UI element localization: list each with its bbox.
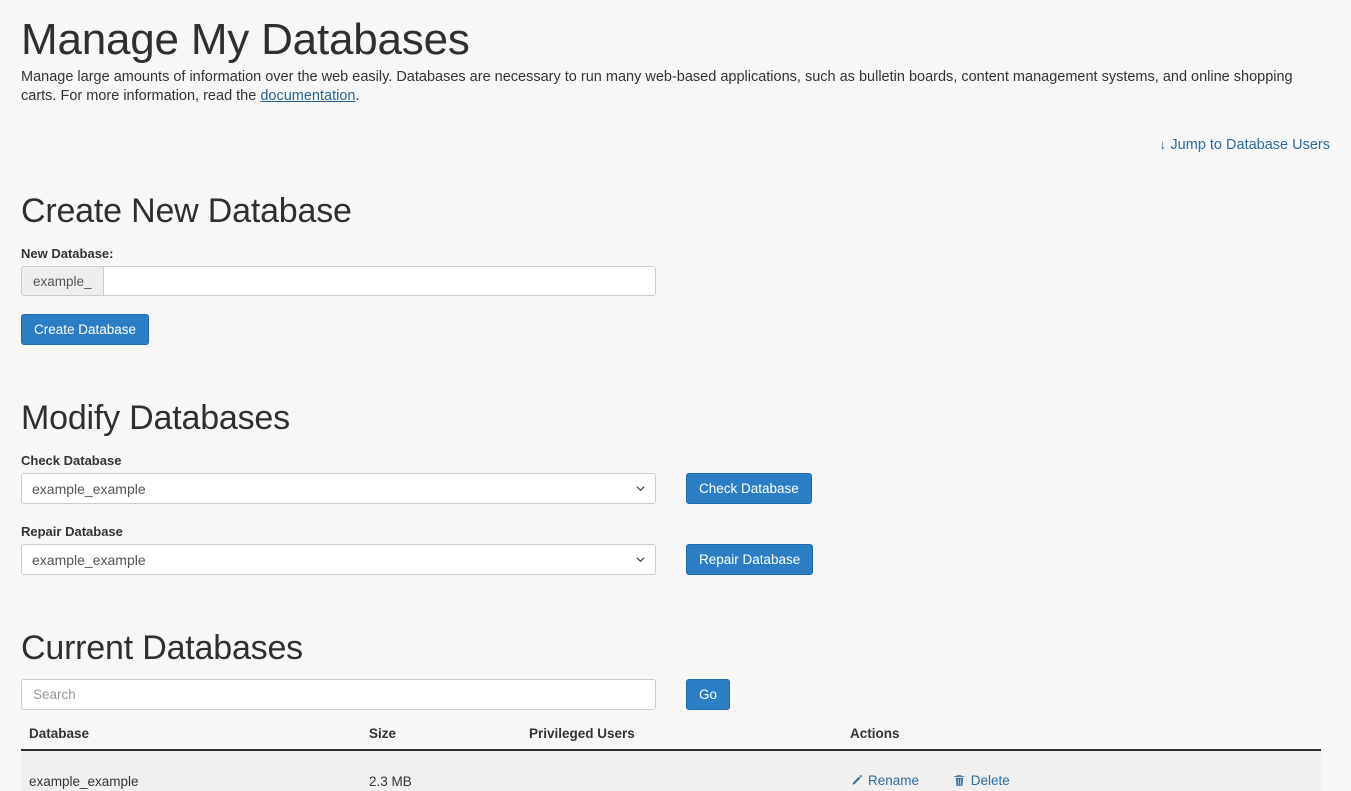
go-button[interactable]: Go	[686, 679, 731, 710]
check-database-label: Check Database	[21, 453, 122, 468]
manage-databases-page: Manage My Databases Manage large amounts…	[0, 0, 1351, 791]
intro-paragraph: Manage large amounts of information over…	[21, 68, 1296, 106]
databases-table-body: example_example 2.3 MB Rename Delete	[21, 750, 1321, 791]
trash-icon	[953, 774, 966, 787]
intro-text-part2: .	[355, 88, 360, 104]
new-database-input[interactable]	[102, 266, 656, 296]
repair-database-select[interactable]: example_example	[21, 544, 656, 575]
repair-database-button[interactable]: Repair Database	[686, 544, 814, 575]
spacer-create	[21, 156, 1330, 190]
spacer-current	[21, 575, 1330, 627]
column-header-actions: Actions	[842, 726, 1321, 751]
jump-row: ↓ Jump to Database Users	[21, 136, 1330, 156]
jump-link-label: Jump to Database Users	[1170, 137, 1330, 153]
cell-privileged-users	[521, 750, 842, 791]
new-database-input-group: example_	[21, 266, 656, 296]
current-databases-heading: Current Databases	[21, 629, 303, 667]
cell-actions: Rename Delete	[842, 750, 1321, 791]
repair-database-select-wrap: example_example	[21, 544, 656, 575]
column-header-database: Database	[21, 726, 361, 751]
table-header-row: Database Size Privileged Users Actions	[21, 726, 1321, 751]
search-row: Go	[21, 679, 1330, 710]
table-row: example_example 2.3 MB Rename Delete	[21, 750, 1321, 791]
delete-database-link[interactable]: Delete	[953, 773, 1010, 788]
check-database-row: example_example Check Database	[21, 473, 1330, 504]
spacer-modify	[21, 345, 1330, 397]
check-database-select-wrap: example_example	[21, 473, 656, 504]
rename-label: Rename	[868, 772, 920, 788]
database-prefix-addon: example_	[21, 266, 103, 296]
arrow-down-icon: ↓	[1159, 136, 1167, 152]
pencil-icon	[850, 774, 863, 787]
check-database-button[interactable]: Check Database	[686, 473, 812, 504]
jump-to-database-users-link[interactable]: ↓ Jump to Database Users	[1159, 136, 1330, 153]
page-title: Manage My Databases	[21, 15, 470, 64]
cell-database-name: example_example	[21, 750, 361, 791]
delete-label: Delete	[970, 772, 1010, 788]
databases-table: Database Size Privileged Users Actions e…	[21, 726, 1321, 791]
rename-database-link[interactable]: Rename	[850, 773, 919, 788]
repair-database-label: Repair Database	[21, 524, 123, 539]
intro-text-part1: Manage large amounts of information over…	[21, 69, 1293, 104]
databases-table-head: Database Size Privileged Users Actions	[21, 726, 1321, 751]
search-input[interactable]	[21, 679, 656, 710]
modify-databases-heading: Modify Databases	[21, 399, 290, 437]
create-database-button[interactable]: Create Database	[21, 314, 150, 345]
column-header-size: Size	[361, 726, 521, 751]
check-database-select[interactable]: example_example	[21, 473, 656, 504]
create-database-heading: Create New Database	[21, 192, 352, 230]
repair-database-row: example_example Repair Database	[21, 544, 1330, 575]
documentation-link[interactable]: documentation	[260, 88, 355, 104]
column-header-privileged-users: Privileged Users	[521, 726, 842, 751]
cell-database-size: 2.3 MB	[361, 750, 521, 791]
new-database-label: New Database:	[21, 246, 114, 261]
